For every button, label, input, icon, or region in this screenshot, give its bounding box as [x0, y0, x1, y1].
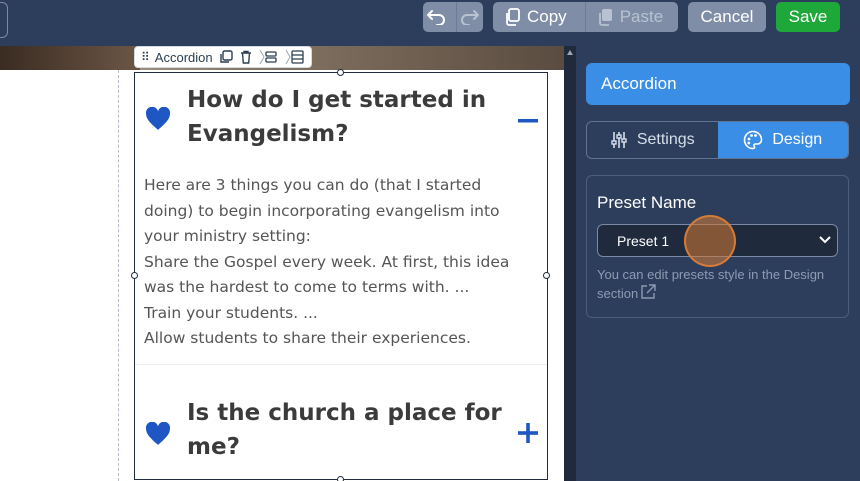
accordion-title: How do I get started in Evangelism? — [187, 87, 487, 147]
canvas-scrollbar[interactable] — [564, 46, 576, 481]
delete-icon[interactable] — [239, 50, 253, 64]
heart-icon — [145, 422, 171, 445]
preset-hint-text: You can edit presets style in the Design… — [597, 267, 825, 301]
content-line: Here are 3 things you can do (that I sta… — [144, 176, 482, 194]
save-button[interactable]: Save — [776, 2, 840, 32]
paste-icon — [598, 9, 612, 26]
hero-image-shadow — [0, 46, 140, 70]
copy-label: Copy — [527, 7, 567, 26]
external-link-icon[interactable] — [640, 284, 656, 300]
duplicate-icon[interactable] — [219, 50, 233, 64]
heart-icon — [145, 107, 171, 130]
panel-tabs: Settings Design — [586, 121, 849, 159]
element-toolbar: ⠿ Accordion — [134, 46, 312, 68]
element-type-label: Accordion — [154, 49, 213, 65]
accordion-content: Here are 3 things you can do (that I sta… — [144, 173, 534, 352]
content-line: Train your students. ... — [144, 303, 318, 322]
copy-button[interactable]: Copy — [493, 2, 579, 32]
divider — [135, 364, 547, 365]
redo-icon — [461, 10, 479, 25]
layout-icon[interactable] — [285, 49, 305, 65]
undo-button[interactable] — [423, 2, 450, 32]
expand-icon[interactable] — [517, 422, 539, 444]
content-line: doing) to begin incorporating evangelism… — [144, 201, 500, 220]
tab-settings[interactable]: Settings — [587, 122, 718, 158]
tab-settings-label: Settings — [636, 131, 695, 148]
back-button[interactable] — [0, 2, 8, 38]
column-guide — [118, 70, 119, 481]
accordion-element[interactable]: How do I get started in Evangelism? Here… — [131, 69, 550, 481]
chevron-down-icon — [819, 236, 831, 244]
preset-name-label: Preset Name — [597, 193, 697, 212]
top-toolbar: Copy Paste Cancel Save — [0, 0, 860, 46]
undo-redo-group — [423, 2, 483, 32]
content-line: your ministry setting: — [144, 227, 311, 245]
content-line: was the hardest to come to terms with. .… — [144, 278, 470, 296]
palette-icon — [744, 130, 763, 150]
copy-paste-group: Copy Paste — [493, 2, 678, 32]
accordion-item: How do I get started in Evangelism? Here… — [135, 73, 547, 365]
paste-button[interactable]: Paste — [584, 2, 675, 32]
scroll-up-icon[interactable] — [567, 50, 573, 55]
accordion-title: Is the church a place for me? — [187, 400, 502, 460]
panel-title: Accordion — [586, 63, 850, 105]
preset-selected-value: Preset 1 — [617, 232, 670, 249]
click-indicator — [684, 215, 736, 267]
sliders-icon — [611, 132, 627, 148]
tab-design-label: Design — [772, 131, 823, 148]
collapse-icon[interactable] — [517, 110, 539, 132]
redo-button[interactable] — [455, 2, 483, 32]
editor-canvas: ⠿ Accordion How do I get started in Evan… — [0, 46, 564, 481]
preset-hint[interactable]: You can edit presets style in the Design… — [597, 265, 837, 303]
copy-icon — [506, 8, 520, 26]
resize-handle-bottom[interactable] — [337, 476, 344, 481]
undo-icon — [427, 10, 446, 25]
drag-handle-icon[interactable]: ⠿ — [141, 50, 150, 64]
content-line: Share the Gospel every week. At first, t… — [144, 252, 510, 271]
paste-label: Paste — [619, 7, 664, 26]
cancel-button[interactable]: Cancel — [688, 2, 766, 32]
move-up-icon[interactable] — [259, 49, 279, 65]
content-line: Allow students to share their experience… — [144, 329, 471, 347]
tab-design[interactable]: Design — [717, 122, 848, 158]
